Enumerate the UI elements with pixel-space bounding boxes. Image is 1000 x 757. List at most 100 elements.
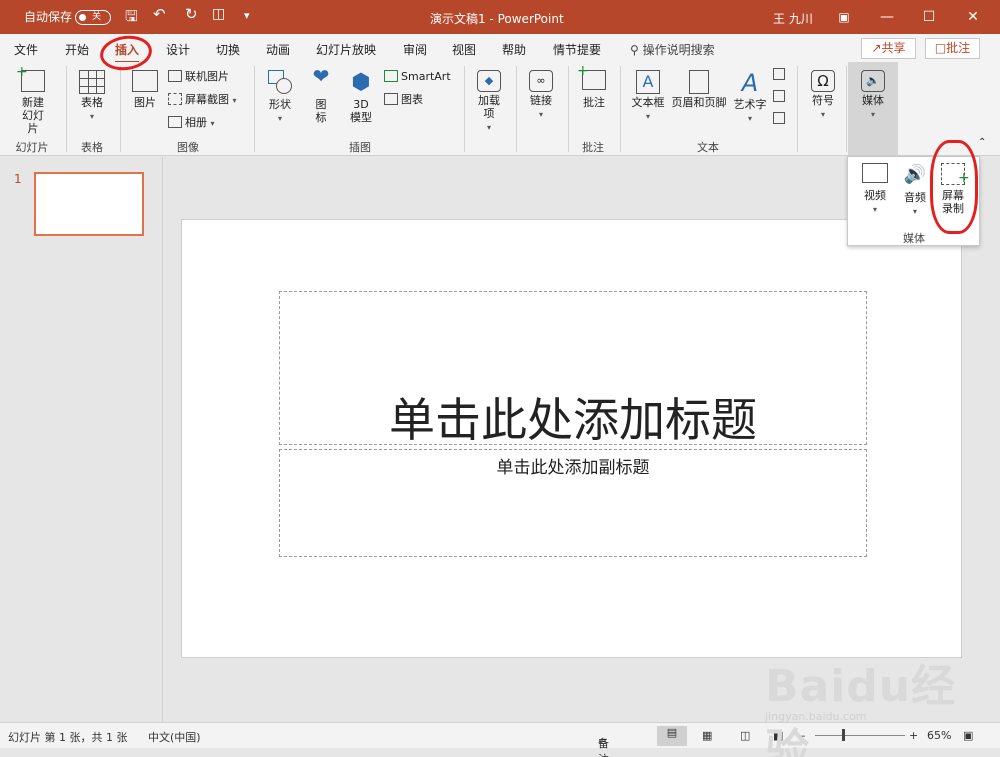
smartart-icon (384, 70, 398, 82)
table-button[interactable]: 表格 ▾ (75, 70, 109, 123)
speaker-icon: 🔊 (903, 164, 927, 185)
collapse-ribbon-icon[interactable]: ⌃ (978, 134, 986, 152)
new-comment-icon: + (577, 64, 606, 90)
reading-view-icon[interactable]: ◫ (740, 729, 750, 742)
chart-button[interactable]: 图表 (384, 91, 423, 109)
subtitle-placeholder[interactable]: 单击此处添加副标题 (279, 449, 867, 557)
film-icon (862, 163, 888, 183)
shapes-icon (266, 70, 294, 96)
chart-icon (384, 93, 398, 105)
online-pictures-button[interactable]: 联机图片 (168, 68, 229, 86)
photo-album-button[interactable]: 相册 ▾ (168, 114, 215, 132)
normal-view-icon[interactable]: ▤ (657, 726, 687, 746)
group-divider (516, 66, 517, 152)
powerpoint-window: 自动保存 关 🖫 ↶ ↻ ◫ ▾ 演示文稿1 - PowerPoint 王 九川… (0, 0, 1000, 757)
addins-button[interactable]: ◆ 加载项 ▾ (472, 70, 506, 134)
new-slide-icon: + (16, 65, 45, 92)
symbols-button[interactable]: Ω 符号 ▾ (806, 70, 840, 121)
autosave-toggle[interactable]: 关 (75, 10, 111, 25)
screenshot-icon (168, 93, 182, 105)
omega-icon: Ω (811, 70, 835, 92)
icons-button[interactable]: ❤ 图标 (306, 66, 336, 124)
group-label-tables: 表格 (81, 141, 103, 154)
slide-count: 幻灯片 第 1 张，共 1 张 (8, 731, 128, 744)
comments-button[interactable]: □批注 (925, 38, 980, 59)
tab-file[interactable]: 文件 (14, 41, 38, 58)
autosave-label: 自动保存 (24, 10, 73, 24)
slide-thumbnail[interactable] (34, 172, 144, 236)
audio-button[interactable]: 🔊 音频 ▾ (898, 163, 932, 218)
speaker-icon: 🔈 (861, 70, 885, 92)
3d-models-button[interactable]: ⬢ 3D 模型 (344, 70, 378, 124)
media-button[interactable]: 🔈 媒体 ▾ (848, 62, 898, 156)
pictures-button[interactable]: 图片 (128, 70, 162, 109)
share-button[interactable]: ↗共享 (861, 38, 916, 59)
group-divider (66, 66, 67, 152)
slide-number: 1 (14, 172, 22, 186)
group-divider (568, 66, 569, 152)
user-name[interactable]: 王 九川 (773, 10, 813, 27)
wordart-button[interactable]: A 艺术字 ▾ (730, 70, 770, 125)
language[interactable]: 中文(中国) (148, 729, 201, 745)
links-button[interactable]: ∞ 链接 ▾ (524, 70, 558, 121)
addins-icon: ◆ (477, 70, 501, 92)
group-divider (846, 66, 847, 152)
group-label-illustrations: 插图 (349, 141, 371, 154)
tab-storyboard[interactable]: 情节提要 (553, 41, 601, 58)
cube-icon: ⬢ (351, 70, 371, 95)
wordart-icon: A (741, 69, 759, 97)
subtitle-placeholder-text: 单击此处添加副标题 (496, 458, 650, 478)
share-icon: ↗ (871, 41, 882, 55)
ribbon-insert: + 新建幻灯片 幻灯片 表格 ▾ 表格 图片 联机图片 屏幕截图 ▾ 相册 ▾ 图… (0, 62, 1000, 156)
title-placeholder[interactable]: 单击此处添加标题 (279, 291, 867, 447)
save-icon[interactable]: 🖫 (125, 6, 138, 31)
table-icon (79, 70, 105, 94)
slide-thumbnails-pane: 1 (0, 157, 163, 722)
album-icon (168, 116, 182, 128)
present-icon[interactable]: ◫ (212, 6, 225, 22)
annotation-circle-screen-recording (930, 140, 978, 234)
search-icon: ⚲ (630, 43, 643, 57)
undo-icon[interactable]: ↶ (153, 5, 166, 23)
tab-animations[interactable]: 动画 (266, 41, 290, 58)
tab-view[interactable]: 视图 (452, 41, 476, 58)
customize-qat-icon[interactable]: ▾ (244, 9, 250, 22)
new-slide-button[interactable]: + 新建幻灯片 (10, 65, 56, 135)
document-title: 演示文稿1 - PowerPoint (430, 12, 564, 26)
maximize-icon[interactable]: ☐ (918, 6, 940, 28)
title-bar: 自动保存 关 🖫 ↶ ↻ ◫ ▾ 演示文稿1 - PowerPoint 王 九川… (0, 0, 1000, 34)
group-divider (797, 66, 798, 152)
textbox-icon: A (636, 70, 660, 94)
group-label-media: 媒体 (903, 232, 925, 245)
tab-home[interactable]: 开始 (65, 41, 89, 58)
slide-canvas[interactable]: 单击此处添加标题 单击此处添加副标题 (181, 219, 962, 658)
minimize-icon[interactable]: — (876, 6, 898, 28)
video-button[interactable]: 视频 ▾ (858, 163, 892, 216)
tab-slideshow[interactable]: 幻灯片放映 (316, 41, 376, 58)
textbox-button[interactable]: A 文本框 ▾ (628, 70, 668, 123)
group-label-slides: 幻灯片 (15, 141, 49, 154)
watermark: Baidu经验 (765, 661, 957, 757)
group-label-images: 图像 (177, 141, 199, 154)
slide-number-icon[interactable] (773, 88, 788, 106)
tell-me-search[interactable]: ⚲ 操作说明搜索 (630, 41, 715, 58)
ribbon-display-icon[interactable]: ▣ (833, 6, 855, 28)
tab-design[interactable]: 设计 (166, 41, 190, 58)
date-time-icon[interactable] (773, 66, 788, 84)
tab-review[interactable]: 审阅 (403, 41, 427, 58)
online-picture-icon (168, 70, 182, 82)
header-footer-button[interactable]: 页眉和页脚 (668, 70, 730, 109)
tab-transitions[interactable]: 切换 (216, 41, 240, 58)
tab-help[interactable]: 帮助 (502, 41, 526, 58)
redo-icon[interactable]: ↻ (185, 5, 198, 23)
insert-comment-button[interactable]: + 批注 (577, 64, 611, 109)
group-label-text: 文本 (697, 141, 719, 154)
title-placeholder-text: 单击此处添加标题 (389, 393, 757, 447)
slide-sorter-icon[interactable]: ▦ (702, 729, 712, 742)
shapes-button[interactable]: 形状 ▾ (263, 70, 297, 125)
screenshot-button[interactable]: 屏幕截图 ▾ (168, 91, 237, 109)
close-icon[interactable]: ✕ (962, 6, 984, 28)
group-divider (464, 66, 465, 152)
smartart-button[interactable]: SmartArt (384, 68, 451, 86)
object-icon[interactable] (773, 110, 788, 128)
